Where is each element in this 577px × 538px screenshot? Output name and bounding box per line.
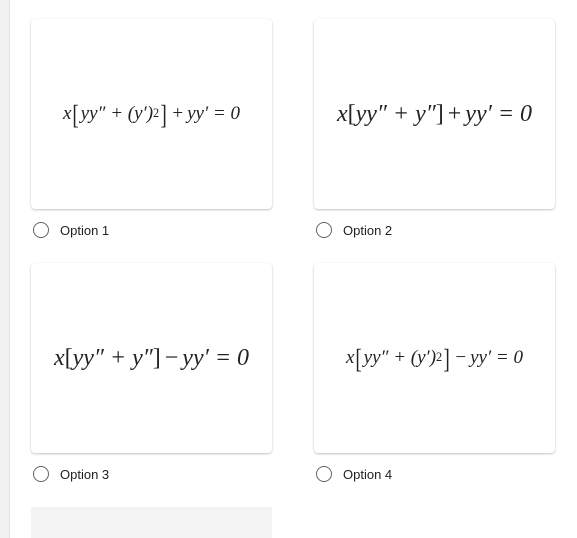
eq-term: x	[346, 346, 355, 368]
option-4-radio-row[interactable]: Option 4	[314, 464, 392, 484]
eq-operator: −	[164, 344, 179, 371]
option-3-radio[interactable]	[33, 466, 49, 482]
right-bracket: ]	[160, 99, 168, 131]
option-2-label: Option 2	[343, 222, 393, 238]
next-option-card-partial	[31, 507, 272, 538]
option-3-label: Option 3	[60, 466, 110, 482]
option-1-equation: x [ yy″ + (y′) 2 ] + yy′ = 0	[63, 100, 240, 128]
eq-rhs: yy′ = 0	[187, 102, 240, 124]
option-2-image-card[interactable]: x [ yy″ + y″ ] + yy′ = 0	[314, 19, 555, 209]
option-3-radio-row[interactable]: Option 3	[31, 464, 109, 484]
option-4-label: Option 4	[343, 466, 393, 482]
option-2-radio-row[interactable]: Option 2	[314, 220, 392, 240]
option-1-radio-row[interactable]: Option 1	[31, 220, 109, 240]
eq-term: x	[336, 100, 348, 127]
left-bracket: [	[347, 100, 356, 127]
option-2-equation: x [ yy″ + y″ ] + yy′ = 0	[337, 101, 532, 128]
eq-rhs: yy′ = 0	[470, 346, 523, 368]
eq-term: x	[63, 102, 72, 124]
eq-inner: yy″ + (y′)	[80, 102, 154, 124]
option-4-image-card[interactable]: x [ yy″ + (y′) 2 ] − yy′ = 0	[314, 263, 555, 453]
option-3-equation: x [ yy″ + y″ ] − yy′ = 0	[54, 345, 249, 372]
option-1-image-card[interactable]: x [ yy″ + (y′) 2 ] + yy′ = 0	[31, 19, 272, 209]
option-4-equation: x [ yy″ + (y′) 2 ] − yy′ = 0	[346, 344, 523, 372]
eq-operator: −	[455, 346, 467, 368]
eq-operator: +	[447, 100, 462, 127]
left-bracket: [	[72, 99, 80, 131]
eq-exponent: 2	[153, 106, 160, 121]
eq-rhs: yy′ = 0	[182, 344, 250, 371]
right-bracket: ]	[443, 343, 451, 375]
option-2-radio[interactable]	[316, 222, 332, 238]
eq-inner: yy″ + y″	[355, 100, 436, 127]
right-bracket: ]	[435, 100, 444, 127]
left-sidebar-strip	[0, 0, 10, 538]
right-bracket: ]	[152, 344, 161, 371]
eq-inner: yy″ + (y′)	[363, 346, 437, 368]
left-bracket: [	[355, 343, 363, 375]
left-bracket: [	[64, 344, 73, 371]
eq-inner: yy″ + y″	[72, 344, 153, 371]
eq-exponent: 2	[436, 350, 443, 365]
eq-operator: +	[172, 102, 184, 124]
option-1-label: Option 1	[60, 222, 110, 238]
eq-rhs: yy′ = 0	[465, 100, 533, 127]
option-3-image-card[interactable]: x [ yy″ + y″ ] − yy′ = 0	[31, 263, 272, 453]
eq-term: x	[53, 344, 65, 371]
option-1-radio[interactable]	[33, 222, 49, 238]
option-4-radio[interactable]	[316, 466, 332, 482]
